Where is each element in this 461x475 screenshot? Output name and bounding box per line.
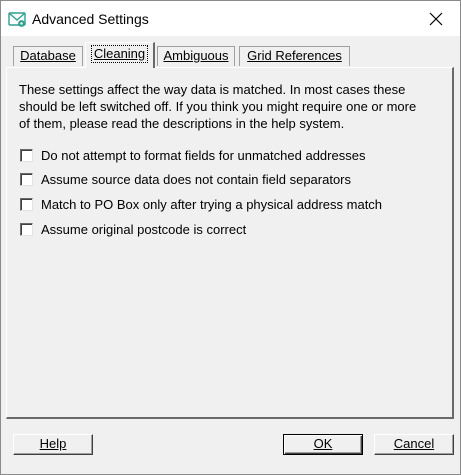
option-label: Assume source data does not contain fiel… — [41, 172, 352, 187]
option-label: Assume original postcode is correct — [41, 222, 247, 237]
advanced-settings-dialog: Advanced Settings Database Cleaning Ambi… — [0, 0, 461, 475]
button-label: Cancel — [393, 436, 435, 451]
title-bar: Advanced Settings — [1, 1, 460, 36]
intro-line: of them, please read the descriptions in… — [19, 116, 345, 131]
window-title: Advanced Settings — [32, 11, 149, 27]
checkbox[interactable] — [20, 198, 33, 211]
tab-label: Cleaning — [90, 45, 149, 63]
intro-text: These settings affect the way data is ma… — [19, 81, 439, 132]
intro-line: should be left switched off. If you thin… — [19, 99, 417, 114]
help-button[interactable]: Help — [13, 434, 93, 455]
cleaning-tab-panel: These settings affect the way data is ma… — [6, 67, 454, 419]
intro-line: These settings affect the way data is ma… — [19, 82, 406, 97]
close-icon — [429, 12, 443, 26]
close-button[interactable] — [413, 4, 459, 34]
tab-database[interactable]: Database — [13, 46, 83, 66]
checkbox[interactable] — [20, 149, 33, 162]
option-label: Do not attempt to format fields for unma… — [41, 148, 366, 163]
cancel-button[interactable]: Cancel — [374, 434, 454, 455]
checkbox[interactable] — [20, 223, 33, 236]
ok-button[interactable]: OK — [283, 434, 363, 455]
tab-cleaning[interactable]: Cleaning — [85, 42, 155, 68]
tab-label: Ambiguous — [163, 48, 229, 63]
tab-label: Grid References — [247, 48, 342, 63]
tab-label: Database — [20, 48, 76, 63]
checkbox[interactable] — [20, 173, 33, 186]
tab-ambiguous[interactable]: Ambiguous — [157, 46, 235, 66]
envelope-gear-icon — [8, 10, 26, 28]
tab-grid-references[interactable]: Grid References — [239, 46, 350, 66]
button-label: Help — [39, 436, 67, 451]
option-label: Match to PO Box only after trying a phys… — [41, 197, 383, 212]
button-label: OK — [313, 436, 333, 451]
